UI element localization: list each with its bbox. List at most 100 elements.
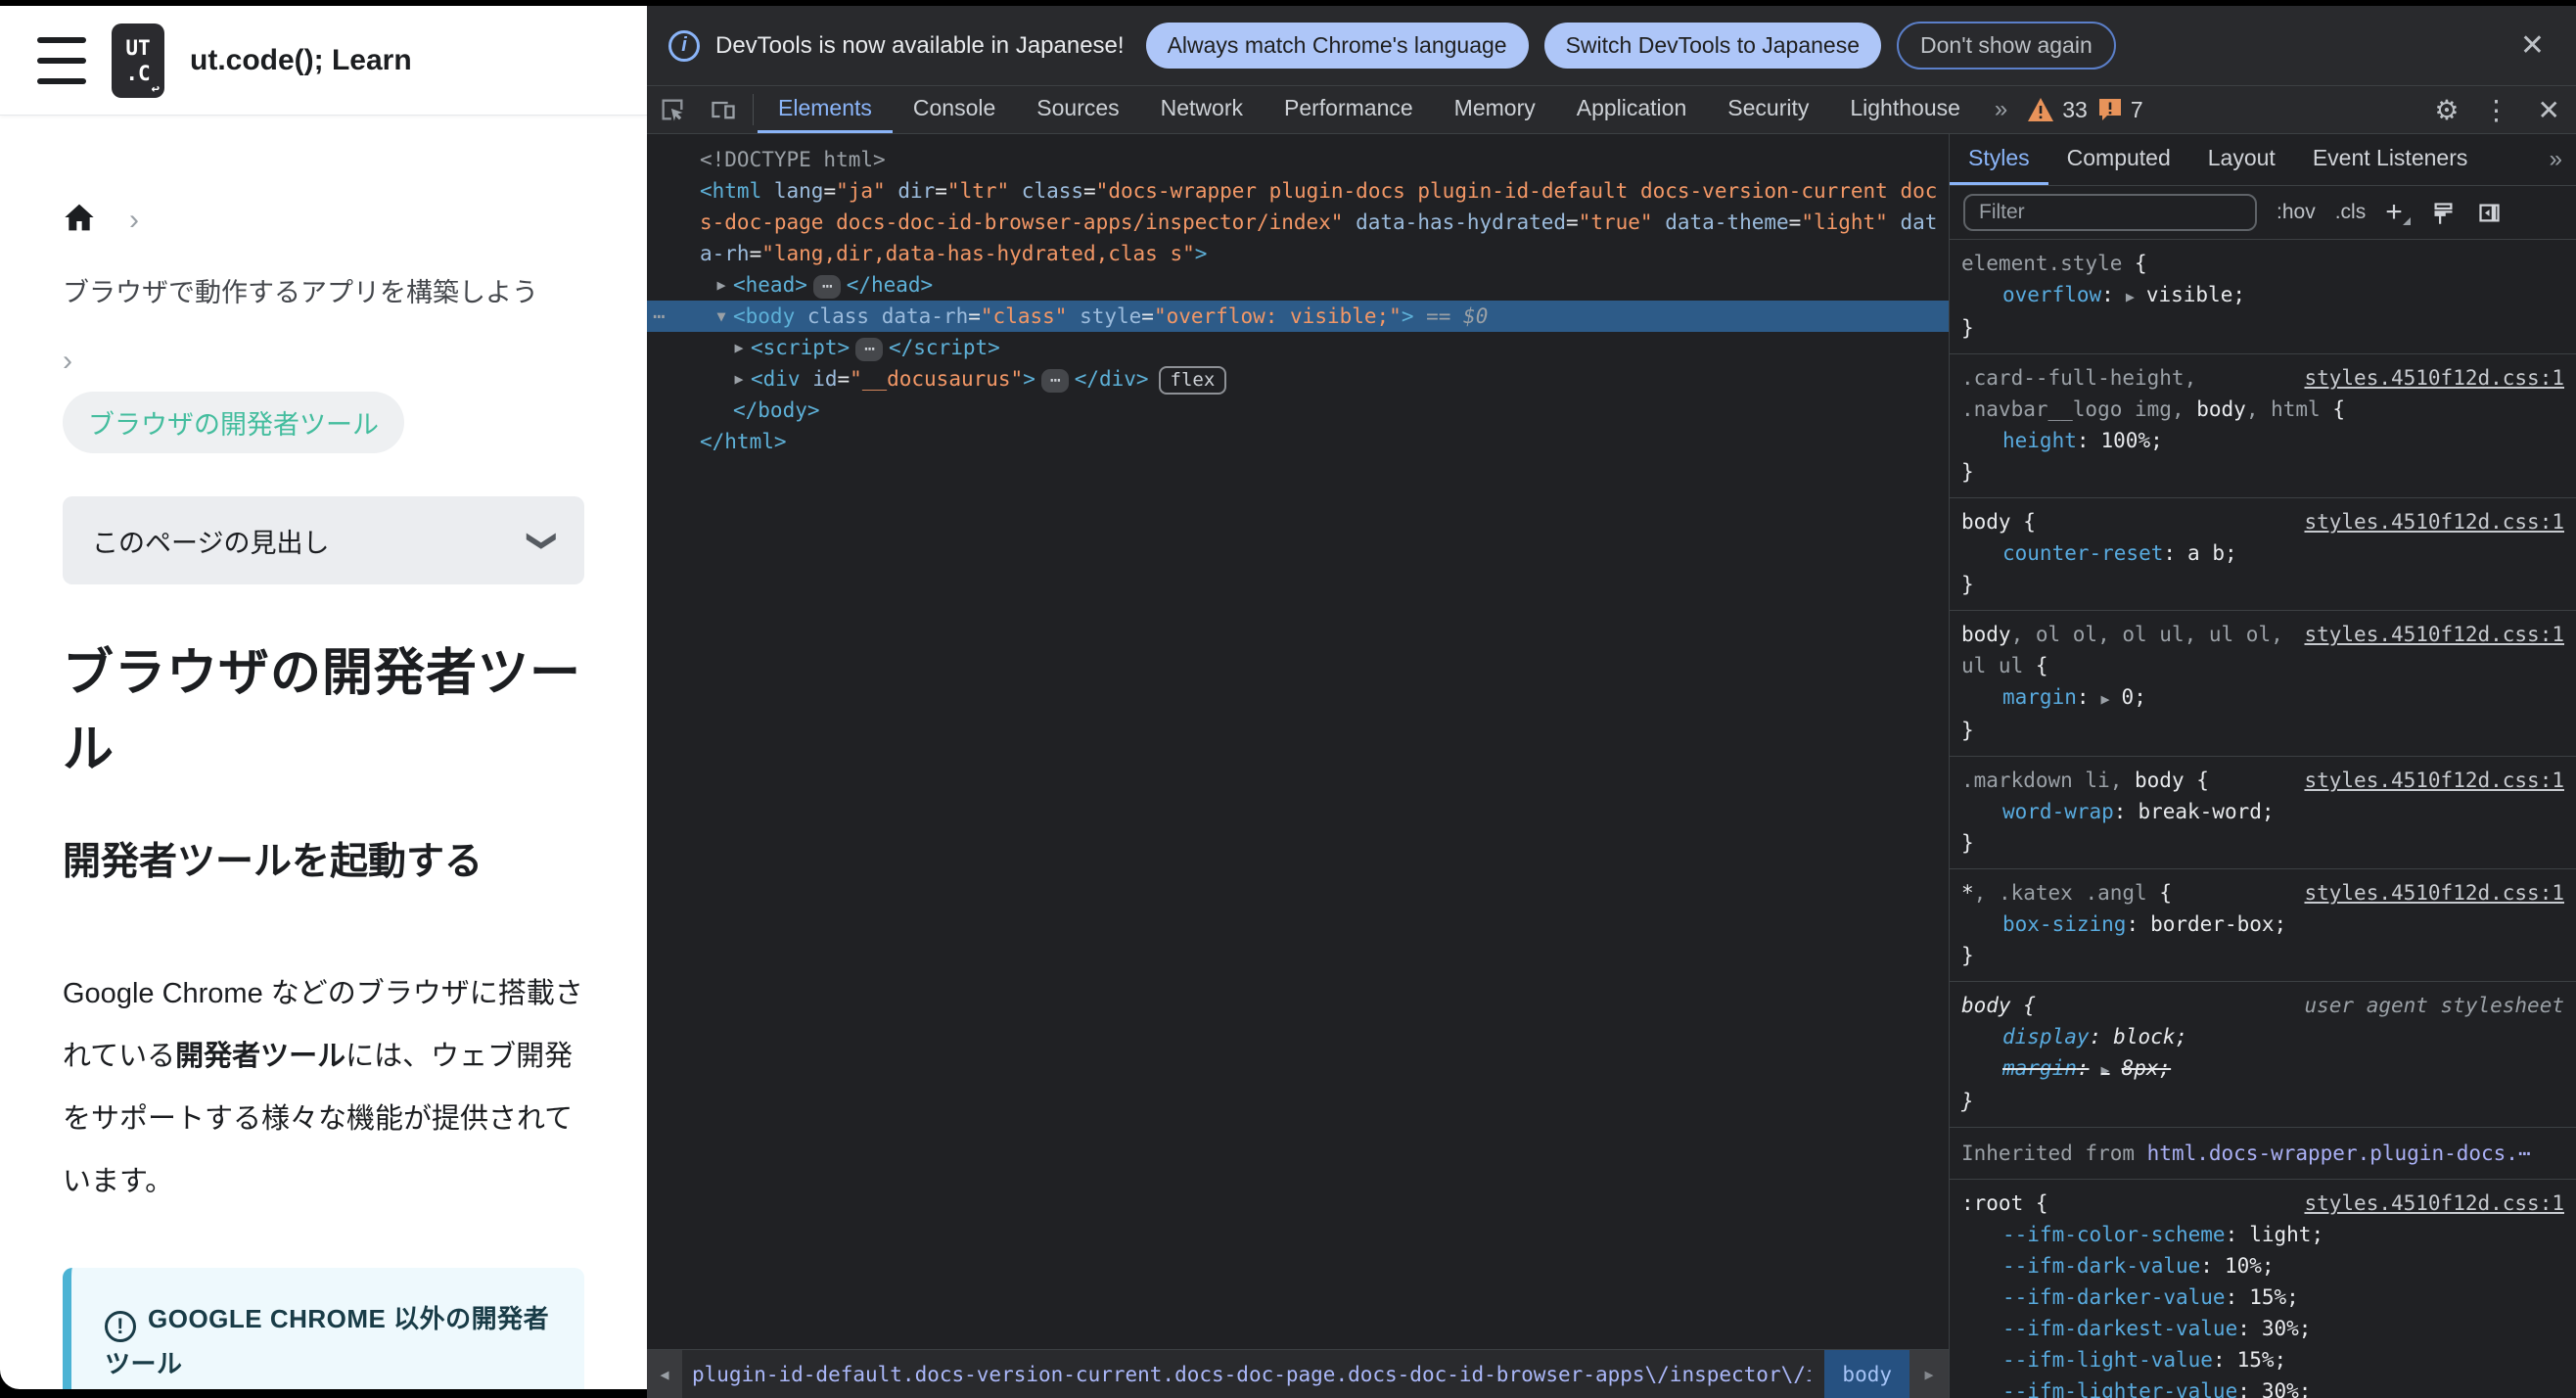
- row-options-icon[interactable]: ⋯: [653, 301, 666, 332]
- css-property-name[interactable]: counter-reset: [2002, 541, 2163, 565]
- css-declaration[interactable]: margin: ▶ 8px;: [1961, 1052, 2564, 1086]
- site-title[interactable]: ut.code(); Learn: [190, 44, 412, 77]
- sidebar-tab-styles[interactable]: Styles: [1950, 134, 2048, 185]
- css-declaration[interactable]: --ifm-color-scheme: light;: [1961, 1219, 2564, 1250]
- menu-button[interactable]: [37, 35, 86, 86]
- toc-collapsible[interactable]: このページの見出し ❯: [63, 496, 584, 584]
- css-property-name[interactable]: margin: [2002, 1056, 2077, 1080]
- stylesheet-link[interactable]: styles.4510f12d.css:1: [2304, 362, 2564, 394]
- css-property-name[interactable]: margin: [2002, 685, 2077, 709]
- dont-show-again-button[interactable]: Don't show again: [1897, 22, 2116, 70]
- tab-performance[interactable]: Performance: [1264, 86, 1434, 133]
- css-declaration[interactable]: --ifm-darkest-value: 30%;: [1961, 1313, 2564, 1344]
- css-property-name[interactable]: overflow: [2002, 283, 2101, 306]
- tab-memory[interactable]: Memory: [1434, 86, 1556, 133]
- kebab-menu-icon[interactable]: ⋮: [2471, 94, 2522, 126]
- expand-arrow-right-icon[interactable]: ▶: [727, 332, 751, 363]
- crumb-selected-body[interactable]: body: [1824, 1350, 1909, 1398]
- css-property-value[interactable]: 30%;: [2262, 1317, 2312, 1340]
- css-property-value[interactable]: 15%;: [2249, 1285, 2299, 1309]
- css-declaration[interactable]: --ifm-darker-value: 15%;: [1961, 1282, 2564, 1313]
- stylesheet-link[interactable]: styles.4510f12d.css:1: [2304, 877, 2564, 909]
- tree-line[interactable]: <!DOCTYPE html>: [647, 144, 1949, 175]
- css-property-value[interactable]: border-box;: [2150, 912, 2286, 936]
- css-property-name[interactable]: box-sizing: [2002, 912, 2126, 936]
- css-declaration[interactable]: display: block;: [1961, 1021, 2564, 1052]
- always-match-language-button[interactable]: Always match Chrome's language: [1145, 23, 1529, 69]
- expand-value-icon[interactable]: ▶: [2101, 1061, 2110, 1079]
- expand-ellipsis-button[interactable]: ⋯: [1040, 369, 1069, 393]
- sidebar-tab-event-listeners[interactable]: Event Listeners: [2294, 134, 2487, 185]
- devtools-close-icon[interactable]: ✕: [2522, 94, 2576, 126]
- site-logo[interactable]: UT .C ↩: [112, 23, 164, 98]
- tree-line[interactable]: ▶ <head> ⋯ </head>: [647, 269, 1949, 301]
- stylesheet-link[interactable]: styles.4510f12d.css:1: [2304, 765, 2564, 796]
- expand-ellipsis-button[interactable]: ⋯: [812, 275, 841, 299]
- crumb-back-button[interactable]: ◀: [647, 1350, 682, 1398]
- css-declaration[interactable]: box-sizing: border-box;: [1961, 909, 2564, 940]
- css-declaration[interactable]: --ifm-light-value: 15%;: [1961, 1344, 2564, 1375]
- element-class-toggle[interactable]: .cls: [2335, 201, 2367, 224]
- css-declaration[interactable]: margin: ▶ 0;: [1961, 681, 2564, 715]
- tree-line[interactable]: ▶ <div id="__docusaurus"> ⋯ </div> flex: [647, 363, 1949, 395]
- rule-selector[interactable]: styles.4510f12d.css:1:root {: [1961, 1188, 2564, 1219]
- css-property-value[interactable]: 15%;: [2237, 1348, 2287, 1372]
- css-property-name[interactable]: --ifm-dark-value: [2002, 1254, 2200, 1278]
- css-property-name[interactable]: display: [2002, 1025, 2090, 1048]
- home-icon[interactable]: [63, 202, 96, 238]
- inherited-element-link[interactable]: html.docs-wrapper.plugin-docs.⋯: [2147, 1142, 2531, 1165]
- inspect-element-icon[interactable]: [647, 86, 698, 133]
- expand-value-icon[interactable]: ▶: [2126, 288, 2135, 305]
- tab-lighthouse[interactable]: Lighthouse: [1829, 86, 1981, 133]
- css-property-name[interactable]: --ifm-lighter-value: [2002, 1379, 2237, 1398]
- sidebar-tab-layout[interactable]: Layout: [2189, 134, 2294, 185]
- css-declaration[interactable]: height: 100%;: [1961, 425, 2564, 456]
- tab-security[interactable]: Security: [1707, 86, 1829, 133]
- rule-selector[interactable]: styles.4510f12d.css:1 *, .katex .angl {: [1961, 877, 2564, 909]
- css-declaration[interactable]: --ifm-dark-value: 10%;: [1961, 1250, 2564, 1282]
- new-style-rule-button[interactable]: +: [2385, 196, 2411, 229]
- sidebar-tab-computed[interactable]: Computed: [2048, 134, 2189, 185]
- rendering-brush-icon[interactable]: [2430, 200, 2457, 226]
- tab-network[interactable]: Network: [1140, 86, 1264, 133]
- css-declaration[interactable]: --ifm-lighter-value: 30%;: [1961, 1375, 2564, 1398]
- more-tabs-icon[interactable]: »: [1981, 86, 2019, 133]
- css-property-value[interactable]: 100%;: [2101, 429, 2163, 452]
- toggle-sidebar-icon[interactable]: [2476, 200, 2503, 226]
- tree-line[interactable]: </html>: [647, 426, 1949, 457]
- css-property-name[interactable]: --ifm-light-value: [2002, 1348, 2213, 1372]
- pseudo-state-toggle[interactable]: :hov: [2277, 201, 2316, 224]
- css-declaration[interactable]: counter-reset: a b;: [1961, 537, 2564, 569]
- flex-badge[interactable]: flex: [1158, 366, 1227, 395]
- tree-line[interactable]: ▶ <script> ⋯ </script>: [647, 332, 1949, 363]
- infobar-close-icon[interactable]: ✕: [2510, 28, 2554, 63]
- css-declaration[interactable]: overflow: ▶ visible;: [1961, 279, 2564, 312]
- sidebar-more-tabs-icon[interactable]: »: [2534, 134, 2576, 185]
- css-property-value[interactable]: block;: [2113, 1025, 2187, 1048]
- expand-arrow-right-icon[interactable]: ▶: [727, 363, 751, 395]
- css-property-name[interactable]: --ifm-color-scheme: [2002, 1223, 2226, 1246]
- tab-application[interactable]: Application: [1556, 86, 1708, 133]
- rule-selector[interactable]: styles.4510f12d.css:1 .markdown li, body …: [1961, 765, 2564, 796]
- tree-line[interactable]: </body>: [647, 395, 1949, 426]
- styles-filter-input[interactable]: [1963, 194, 2257, 231]
- css-property-value[interactable]: 8px;: [2122, 1056, 2172, 1080]
- tab-console[interactable]: Console: [893, 86, 1016, 133]
- issues-counter[interactable]: 7: [2097, 97, 2143, 123]
- tab-elements[interactable]: Elements: [758, 86, 893, 133]
- rule-selector[interactable]: user agent stylesheet body {: [1961, 990, 2564, 1021]
- rule-selector[interactable]: styles.4510f12d.css:1 body, ol ol, ol ul,…: [1961, 619, 2564, 681]
- tab-sources[interactable]: Sources: [1016, 86, 1139, 133]
- warnings-counter[interactable]: 33: [2027, 97, 2088, 123]
- stylesheet-link[interactable]: styles.4510f12d.css:1: [2304, 1188, 2564, 1219]
- css-property-name[interactable]: word-wrap: [2002, 800, 2114, 823]
- css-property-value[interactable]: a b;: [2187, 541, 2237, 565]
- tree-line[interactable]: ⋯ ▼ <body class data-rh="class" style="ove…: [647, 301, 1949, 332]
- css-property-value[interactable]: 0;: [2122, 685, 2146, 709]
- switch-to-japanese-button[interactable]: Switch DevTools to Japanese: [1543, 23, 1882, 69]
- tree-line[interactable]: <html lang="ja" dir="ltr" class="docs-wr…: [647, 175, 1949, 269]
- expand-arrow-down-icon[interactable]: ▼: [710, 301, 733, 332]
- stylesheet-link[interactable]: styles.4510f12d.css:1: [2304, 619, 2564, 650]
- css-declaration[interactable]: word-wrap: break-word;: [1961, 796, 2564, 827]
- crumb-path[interactable]: plugin-id-default.docs-version-current.d…: [682, 1350, 1811, 1398]
